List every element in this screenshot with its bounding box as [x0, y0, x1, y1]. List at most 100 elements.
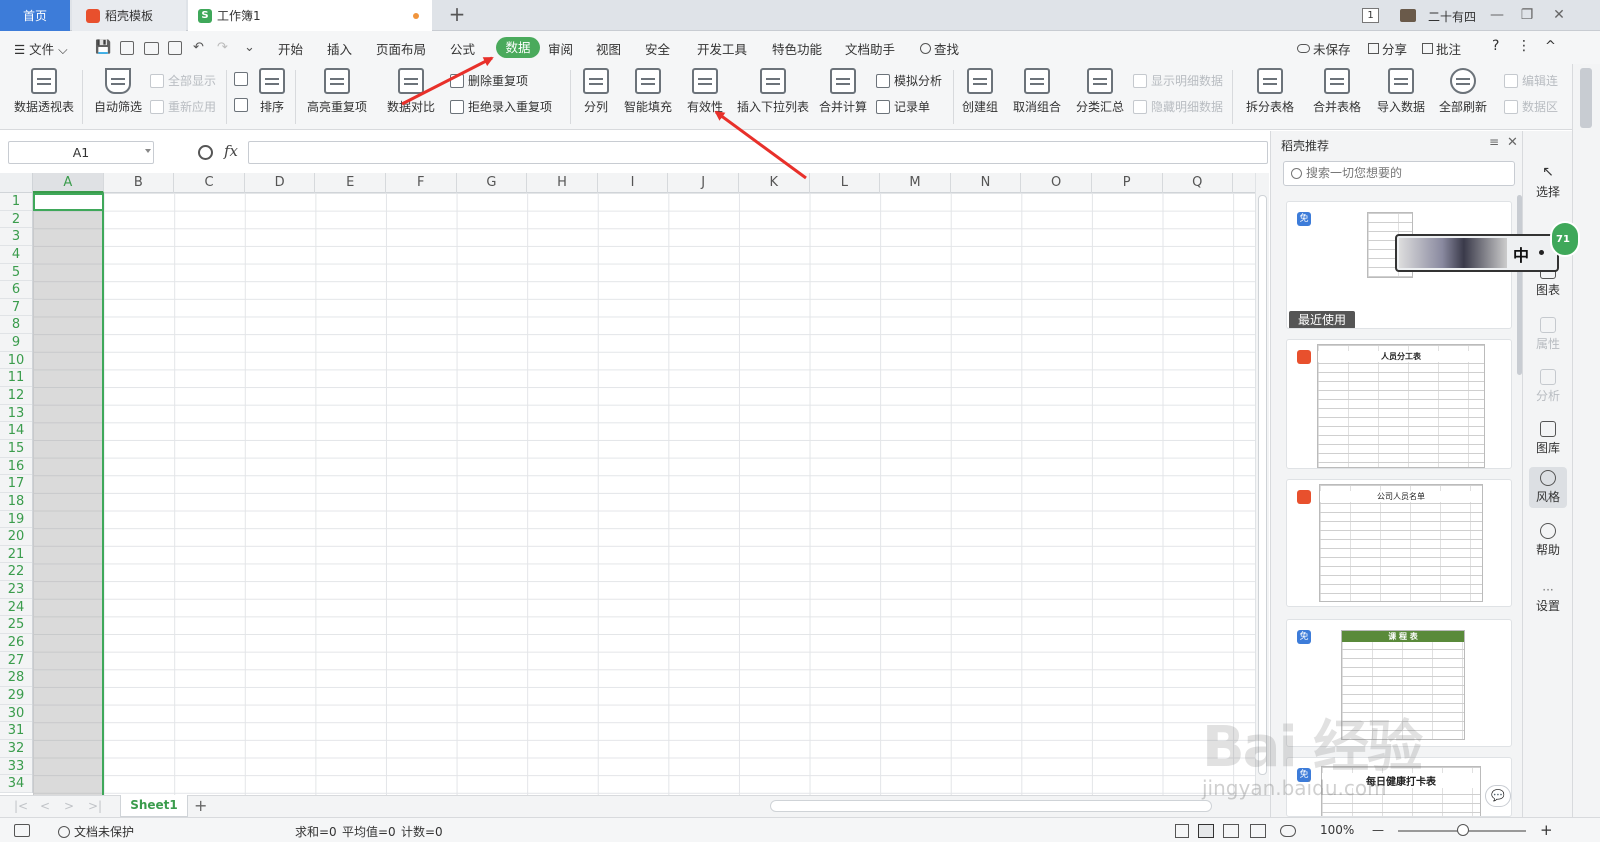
- template-card-timetable[interactable]: 免 课 程 表: [1286, 619, 1512, 747]
- row-header[interactable]: 1: [0, 193, 32, 211]
- column-a-selection[interactable]: [33, 193, 104, 795]
- active-cell-a1[interactable]: [33, 193, 104, 211]
- menu-review[interactable]: 审阅: [548, 39, 573, 58]
- split-column-button[interactable]: 分列: [578, 68, 614, 115]
- import-data-button[interactable]: 导入数据: [1376, 68, 1426, 115]
- panel-title[interactable]: 稻壳推荐: [1281, 137, 1329, 154]
- row-header[interactable]: 15: [0, 440, 32, 458]
- ungroup-button[interactable]: 取消组合: [1008, 68, 1066, 115]
- formula-input[interactable]: [248, 141, 1268, 164]
- zoom-out-button[interactable]: —: [1372, 823, 1384, 837]
- new-tab-button[interactable]: +: [445, 3, 469, 27]
- row-header[interactable]: 9: [0, 334, 32, 352]
- column-header[interactable]: D: [245, 173, 316, 193]
- column-header[interactable]: G: [457, 173, 528, 193]
- format-painter-icon[interactable]: [120, 41, 134, 55]
- annotate-button[interactable]: 批注: [1422, 39, 1461, 58]
- sort-button[interactable]: 排序: [256, 68, 288, 115]
- menu-view[interactable]: 视图: [596, 39, 621, 58]
- print-preview-icon[interactable]: [168, 41, 182, 55]
- chevron-down-icon[interactable]: [145, 149, 151, 153]
- menu-special[interactable]: 特色功能: [772, 39, 822, 58]
- help-icon[interactable]: ?: [1492, 38, 1499, 54]
- merge-table-button[interactable]: 合并表格: [1308, 68, 1366, 115]
- template-card-staff-division[interactable]: 人员分工表: [1286, 339, 1512, 469]
- insert-function-icon[interactable]: fx: [224, 142, 238, 160]
- outer-scroll-thumb[interactable]: [1580, 68, 1592, 128]
- row-header[interactable]: 30: [0, 705, 32, 723]
- page-layout-view-icon[interactable]: [1250, 824, 1266, 838]
- add-sheet-button[interactable]: +: [194, 796, 207, 815]
- green-notification-badge[interactable]: 71: [1550, 221, 1580, 257]
- row-header[interactable]: 18: [0, 493, 32, 511]
- next-sheet-icon[interactable]: >: [64, 799, 74, 813]
- menu-developer[interactable]: 开发工具: [697, 39, 747, 58]
- menu-doc-assistant[interactable]: 文档助手: [845, 39, 895, 58]
- sidebar-property[interactable]: 属性: [1523, 317, 1573, 352]
- row-header[interactable]: 5: [0, 264, 32, 282]
- consolidate-button[interactable]: 合并计算: [818, 68, 868, 115]
- tab-docer-templates[interactable]: 稻壳模板: [72, 0, 186, 31]
- menu-formula[interactable]: 公式: [450, 39, 475, 58]
- reapply-button[interactable]: 重新应用: [150, 98, 216, 115]
- user-avatar[interactable]: [1400, 9, 1416, 22]
- menu-insert[interactable]: 插入: [327, 39, 352, 58]
- highlight-duplicates-button[interactable]: 高亮重复项: [303, 68, 371, 115]
- menu-security[interactable]: 安全: [645, 39, 670, 58]
- cell-area[interactable]: [33, 193, 1255, 795]
- insert-dropdown-list-button[interactable]: 插入下拉列表: [737, 68, 809, 115]
- row-header[interactable]: 8: [0, 316, 32, 335]
- fullscreen-icon[interactable]: [1175, 824, 1189, 838]
- undo-icon[interactable]: ↶: [193, 40, 204, 55]
- split-table-button[interactable]: 拆分表格: [1241, 68, 1299, 115]
- column-header[interactable]: K: [739, 173, 810, 193]
- tab-home[interactable]: 首页: [0, 0, 70, 31]
- row-header[interactable]: 2: [0, 211, 32, 229]
- sheet-tab-sheet1[interactable]: Sheet1: [120, 795, 188, 817]
- window-count-badge[interactable]: 1: [1362, 8, 1379, 23]
- subtotal-button[interactable]: 分类汇总: [1075, 68, 1125, 115]
- chat-bubble-icon[interactable]: 💬: [1485, 785, 1511, 807]
- menu-data[interactable]: 数据: [496, 37, 540, 58]
- sidebar-style[interactable]: 风格: [1529, 467, 1567, 508]
- zoom-in-button[interactable]: +: [1540, 821, 1553, 839]
- row-header[interactable]: 27: [0, 652, 32, 670]
- last-sheet-icon[interactable]: >|: [88, 799, 102, 813]
- column-header[interactable]: F: [386, 173, 457, 193]
- sidebar-help[interactable]: 帮助: [1523, 523, 1573, 558]
- sidebar-gallery[interactable]: 图库: [1523, 421, 1573, 456]
- row-header[interactable]: 19: [0, 511, 32, 529]
- collapse-ribbon-icon[interactable]: ^: [1545, 39, 1556, 54]
- prev-sheet-icon[interactable]: <: [40, 799, 50, 813]
- row-header[interactable]: 28: [0, 669, 32, 687]
- restore-button[interactable]: ❐: [1517, 5, 1537, 25]
- row-header[interactable]: 34: [0, 775, 32, 793]
- row-header[interactable]: 29: [0, 687, 32, 705]
- zoom-slider-handle[interactable]: [1457, 824, 1469, 836]
- row-header[interactable]: 4: [0, 246, 32, 264]
- autofilter-button[interactable]: 自动筛选: [92, 68, 144, 115]
- simulate-analysis-button[interactable]: 模拟分析: [876, 72, 942, 89]
- save-icon[interactable]: 💾: [95, 40, 111, 55]
- file-menu[interactable]: ☰ 文件 ⌵: [14, 39, 68, 58]
- normal-view-icon[interactable]: [1198, 824, 1214, 838]
- column-header[interactable]: E: [315, 173, 386, 193]
- data-source-button[interactable]: 数据区: [1504, 98, 1558, 115]
- row-header[interactable]: 12: [0, 387, 32, 405]
- close-button[interactable]: ✕: [1549, 5, 1569, 25]
- row-header[interactable]: 13: [0, 405, 32, 423]
- column-header[interactable]: N: [951, 173, 1022, 193]
- row-header[interactable]: 32: [0, 740, 32, 758]
- edit-links-button[interactable]: 编辑连: [1504, 72, 1558, 89]
- create-group-button[interactable]: 创建组: [960, 68, 1000, 115]
- user-name[interactable]: 二十有四: [1428, 8, 1476, 25]
- menu-page-layout[interactable]: 页面布局: [376, 39, 426, 58]
- reject-duplicates-button[interactable]: 拒绝录入重复项: [450, 98, 552, 115]
- row-header[interactable]: 26: [0, 634, 32, 652]
- zoom-icon[interactable]: [198, 145, 213, 160]
- more-icon[interactable]: ⋮: [1517, 38, 1531, 54]
- row-header[interactable]: 31: [0, 722, 32, 740]
- menu-start[interactable]: 开始: [278, 39, 303, 58]
- column-header[interactable]: Q: [1163, 173, 1234, 193]
- cloud-save-status[interactable]: 未保存: [1297, 39, 1351, 58]
